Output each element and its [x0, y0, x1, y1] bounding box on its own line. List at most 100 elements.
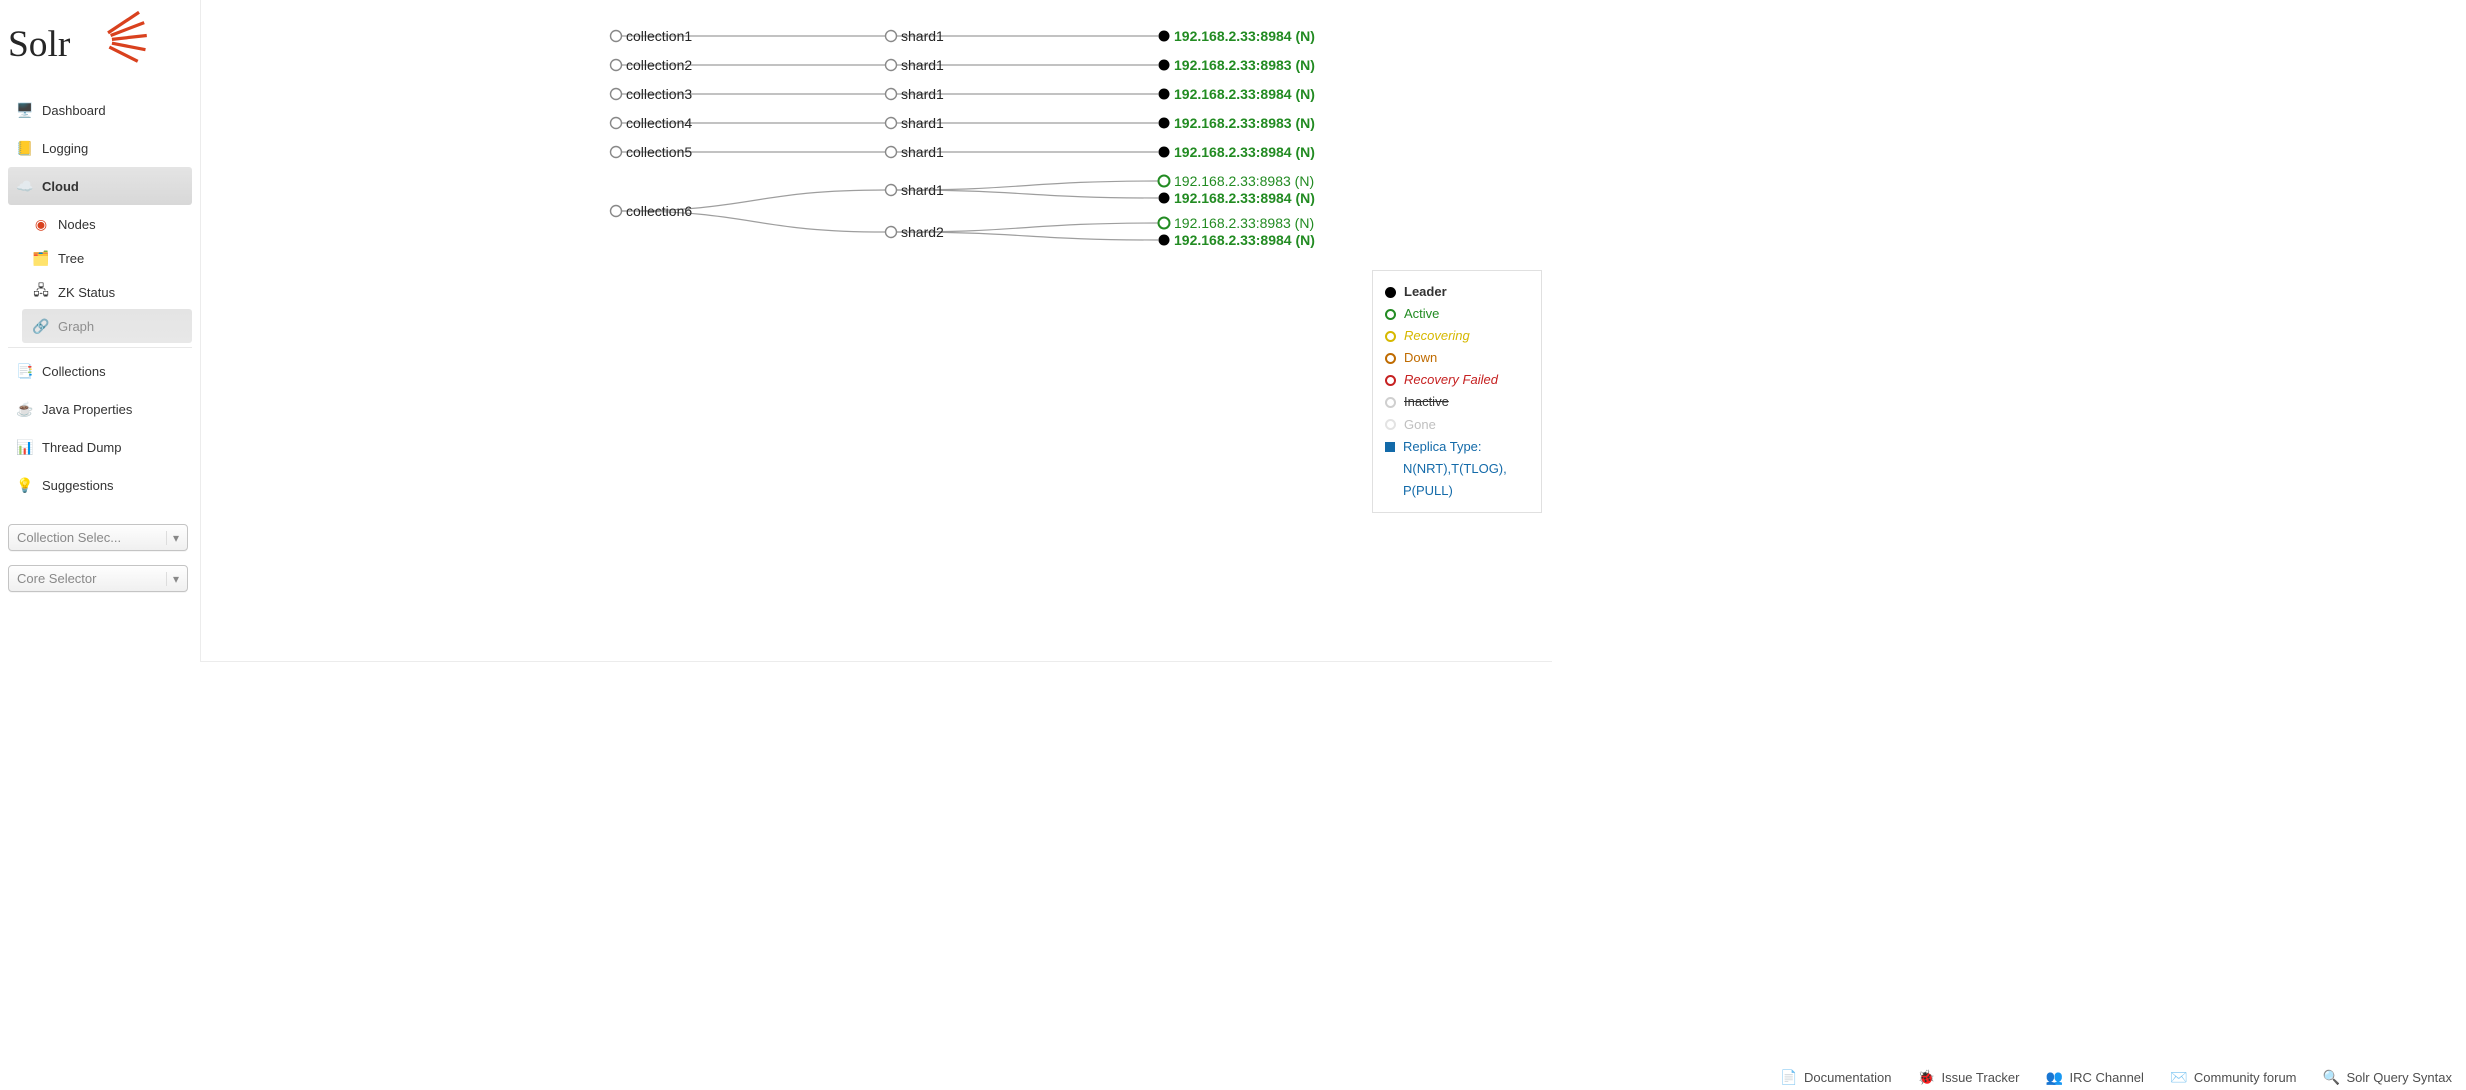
- svg-text:192.168.2.33:8983 (N): 192.168.2.33:8983 (N): [1174, 115, 1315, 131]
- nav-label: Nodes: [58, 217, 96, 232]
- nav-label: ZK Status: [58, 285, 115, 300]
- svg-text:shard1: shard1: [901, 57, 944, 73]
- people-icon: 👥: [2045, 1068, 2063, 1086]
- thread-icon: 📊: [16, 438, 34, 456]
- nav-label: Collections: [42, 364, 106, 379]
- search-icon: 🔍: [2323, 1068, 2341, 1086]
- java-icon: ☕: [16, 400, 34, 418]
- svg-text:shard2: shard2: [901, 224, 944, 240]
- svg-text:collection3: collection3: [626, 86, 692, 102]
- svg-text:Solr: Solr: [8, 24, 71, 65]
- link-label: Issue Tracker: [1941, 1070, 2019, 1085]
- svg-text:shard1: shard1: [901, 86, 944, 102]
- svg-text:shard1: shard1: [901, 182, 944, 198]
- mail-icon: ✉️: [2170, 1068, 2188, 1086]
- nav-label: Suggestions: [42, 478, 114, 493]
- link-documentation[interactable]: 📄Documentation: [1780, 1068, 1891, 1086]
- legend-label: Recovery Failed: [1404, 369, 1498, 391]
- collections-icon: 📑: [16, 362, 34, 380]
- cloud-subnav: ◉ Nodes 🗂️Tree 🖧 ZK Status 🔗 Graph: [8, 207, 192, 343]
- legend-label: Recovering: [1404, 325, 1470, 347]
- link-issue-tracker[interactable]: 🐞 Issue Tracker: [1917, 1068, 2019, 1086]
- nav-logging[interactable]: 📒 Logging: [8, 129, 192, 167]
- zk-icon: 🖧: [32, 283, 50, 301]
- svg-text:shard1: shard1: [901, 28, 944, 44]
- legend: Leader Active Recovering Down Recovery F…: [1372, 270, 1542, 513]
- svg-text:192.168.2.33:8984 (N): 192.168.2.33:8984 (N): [1174, 86, 1315, 102]
- nodes-icon: ◉: [32, 215, 50, 233]
- bug-icon: 🐞: [1917, 1068, 1935, 1086]
- legend-inactive: Inactive: [1385, 391, 1529, 413]
- legend-gone: Gone: [1385, 414, 1529, 436]
- legend-replica3: P(PULL): [1385, 480, 1529, 502]
- legend-label: Replica Type:: [1403, 436, 1482, 458]
- legend-label: Leader: [1404, 281, 1447, 303]
- link-irc[interactable]: 👥 IRC Channel: [2045, 1068, 2143, 1086]
- main-nav: 🖥️ Dashboard 📒 Logging ☁️Cloud ◉ Nodes 🗂️Tr…: [8, 91, 192, 504]
- cloud-graph-svg: collection1 shard1 192.168.2.33:8984 (N) co…: [201, 0, 1551, 260]
- svg-text:192.168.2.33:8983 (N): 192.168.2.33:8983 (N): [1174, 57, 1315, 73]
- svg-text:192.168.2.33:8984 (N): 192.168.2.33:8984 (N): [1174, 28, 1315, 44]
- legend-recoveryfailed: Recovery Failed: [1385, 369, 1529, 391]
- link-label: Solr Query Syntax: [2347, 1070, 2453, 1085]
- footer-links: 📄Documentation 🐞 Issue Tracker 👥 IRC Chann…: [1780, 1068, 2452, 1086]
- selectors: Collection Selec... ▾ Core Selector ▾: [8, 524, 192, 592]
- svg-text:192.168.2.33:8984 (N): 192.168.2.33:8984 (N): [1174, 232, 1315, 248]
- graph-icon: 🔗: [32, 317, 50, 335]
- nav-label: Graph: [58, 319, 94, 334]
- svg-text:shard1: shard1: [901, 115, 944, 131]
- legend-label: Active: [1404, 303, 1439, 325]
- link-forum[interactable]: ✉️ Community forum: [2170, 1068, 2297, 1086]
- sidebar: Solr 🖥️ Dashboard 📒 Logging ☁️Cloud ◉ Nodes…: [0, 0, 200, 690]
- link-label: Documentation: [1804, 1070, 1891, 1085]
- nav-javaprops[interactable]: ☕ Java Properties: [8, 390, 192, 428]
- nav-suggestions[interactable]: 💡Suggestions: [8, 466, 192, 504]
- nav-collections[interactable]: 📑 Collections: [8, 352, 192, 390]
- nav-dashboard[interactable]: 🖥️ Dashboard: [8, 91, 192, 129]
- svg-text:collection1: collection1: [626, 28, 692, 44]
- svg-text:collection6: collection6: [626, 203, 692, 219]
- legend-label: Gone: [1404, 414, 1436, 436]
- nav-label: Dashboard: [42, 103, 106, 118]
- chevron-down-icon: ▾: [166, 531, 179, 545]
- legend-label: Down: [1404, 347, 1437, 369]
- legend-down: Down: [1385, 347, 1529, 369]
- svg-text:192.168.2.33:8983 (N): 192.168.2.33:8983 (N): [1174, 173, 1314, 189]
- svg-text:192.168.2.33:8984 (N): 192.168.2.33:8984 (N): [1174, 190, 1315, 206]
- nav-cloud-zk[interactable]: 🖧 ZK Status: [22, 275, 192, 309]
- svg-text:collection5: collection5: [626, 144, 692, 160]
- legend-active: Active: [1385, 303, 1529, 325]
- link-syntax[interactable]: 🔍 Solr Query Syntax: [2323, 1068, 2453, 1086]
- svg-text:collection2: collection2: [626, 57, 692, 73]
- chevron-down-icon: ▾: [166, 572, 179, 586]
- nav-separator: [8, 347, 192, 348]
- nav-label: Thread Dump: [42, 440, 121, 455]
- legend-label: Inactive: [1404, 391, 1449, 413]
- solr-logo: Solr: [8, 4, 192, 91]
- nav-cloud[interactable]: ☁️Cloud: [8, 167, 192, 205]
- nav-cloud-tree[interactable]: 🗂️Tree: [22, 241, 192, 275]
- nav-label: Java Properties: [42, 402, 132, 417]
- legend-recovering: Recovering: [1385, 325, 1529, 347]
- nav-label: Logging: [42, 141, 88, 156]
- legend-label: N(NRT),T(TLOG),: [1403, 458, 1507, 480]
- svg-text:192.168.2.33:8983 (N): 192.168.2.33:8983 (N): [1174, 215, 1314, 231]
- collection-selector[interactable]: Collection Selec... ▾: [8, 524, 188, 551]
- legend-label: P(PULL): [1403, 480, 1453, 502]
- core-selector[interactable]: Core Selector ▾: [8, 565, 188, 592]
- link-label: IRC Channel: [2069, 1070, 2143, 1085]
- gauge-icon: 🖥️: [16, 101, 34, 119]
- legend-leader: Leader: [1385, 281, 1529, 303]
- tree-icon: 🗂️: [32, 249, 50, 267]
- nav-cloud-nodes[interactable]: ◉ Nodes: [22, 207, 192, 241]
- svg-text:shard1: shard1: [901, 144, 944, 160]
- log-icon: 📒: [16, 139, 34, 157]
- nav-threaddump[interactable]: 📊 Thread Dump: [8, 428, 192, 466]
- select-label: Core Selector: [17, 571, 96, 586]
- legend-replica: Replica Type:: [1385, 436, 1529, 458]
- svg-text:collection4: collection4: [626, 115, 692, 131]
- select-label: Collection Selec...: [17, 530, 121, 545]
- nav-label: Cloud: [42, 179, 79, 194]
- link-label: Community forum: [2194, 1070, 2297, 1085]
- nav-cloud-graph[interactable]: 🔗 Graph: [22, 309, 192, 343]
